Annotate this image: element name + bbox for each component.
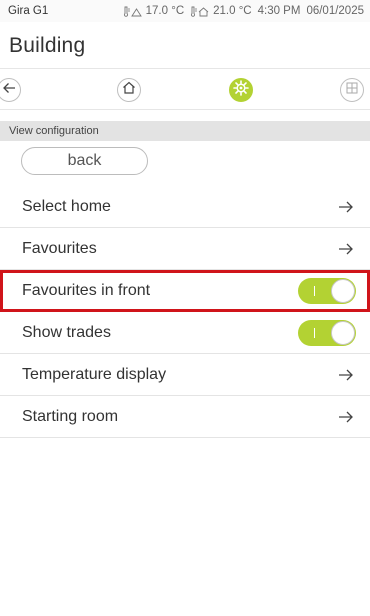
grid-nav-button[interactable] (340, 78, 364, 102)
arrow-right-icon (338, 410, 354, 424)
list-item-label: Starting room (22, 407, 119, 425)
indoor-temp-value: 21.0 °C (213, 5, 252, 17)
arrow-left-icon (2, 81, 16, 99)
back-nav-button[interactable] (0, 78, 21, 102)
device-name: Gira G1 (8, 5, 49, 17)
clock-time: 4:30 PM (257, 5, 301, 17)
list-item-starting-room[interactable]: Starting room (0, 396, 370, 438)
clock-date: 06/01/2025 (306, 5, 364, 17)
list-item-label: Temperature display (22, 365, 167, 383)
toggle-on-indicator (314, 327, 315, 338)
settings-nav-button[interactable] (229, 78, 253, 102)
settings-list: Select home Favourites Favourites in fro… (0, 186, 370, 438)
outdoor-temp-value: 17.0 °C (145, 5, 185, 17)
indoor-thermometer-icon (190, 6, 210, 17)
toggle-knob (331, 278, 355, 303)
arrow-right-icon (338, 200, 354, 214)
settings-gear-icon (233, 79, 249, 101)
list-item-label: Favourites in front (22, 281, 151, 299)
arrow-right-icon (338, 368, 354, 382)
nav-bar (0, 68, 370, 110)
toggle-on-indicator (314, 285, 315, 296)
section-header: View configuration (0, 121, 370, 141)
status-info: 17.0 °C 21.0 °C 4:30 PM 06/01/2025 (123, 5, 364, 17)
list-item-favourites[interactable]: Favourites (0, 228, 370, 270)
outdoor-thermometer-icon (123, 6, 143, 17)
list-item-show-trades: Show trades (0, 312, 370, 354)
list-item-temperature-display[interactable]: Temperature display (0, 354, 370, 396)
indoor-temperature: 21.0 °C (190, 5, 252, 17)
status-bar: Gira G1 17.0 °C 21.0 °C 4:30 PM 06/01/20… (0, 0, 370, 22)
back-button[interactable]: back (21, 147, 148, 175)
home-icon (122, 81, 136, 99)
list-item-label: Favourites (22, 239, 97, 257)
list-item-label: Select home (22, 197, 111, 215)
arrow-right-icon (338, 242, 354, 256)
show-trades-toggle[interactable] (298, 319, 356, 346)
outdoor-temperature: 17.0 °C (123, 5, 184, 17)
list-item-select-home[interactable]: Select home (0, 186, 370, 228)
home-nav-button[interactable] (117, 78, 141, 102)
list-item-label: Show trades (22, 323, 111, 341)
grid-icon (346, 81, 358, 99)
list-item-favourites-in-front: Favourites in front (0, 270, 370, 312)
page-title: Building (9, 34, 86, 57)
toggle-knob (331, 320, 355, 345)
favourites-in-front-toggle[interactable] (298, 277, 356, 304)
